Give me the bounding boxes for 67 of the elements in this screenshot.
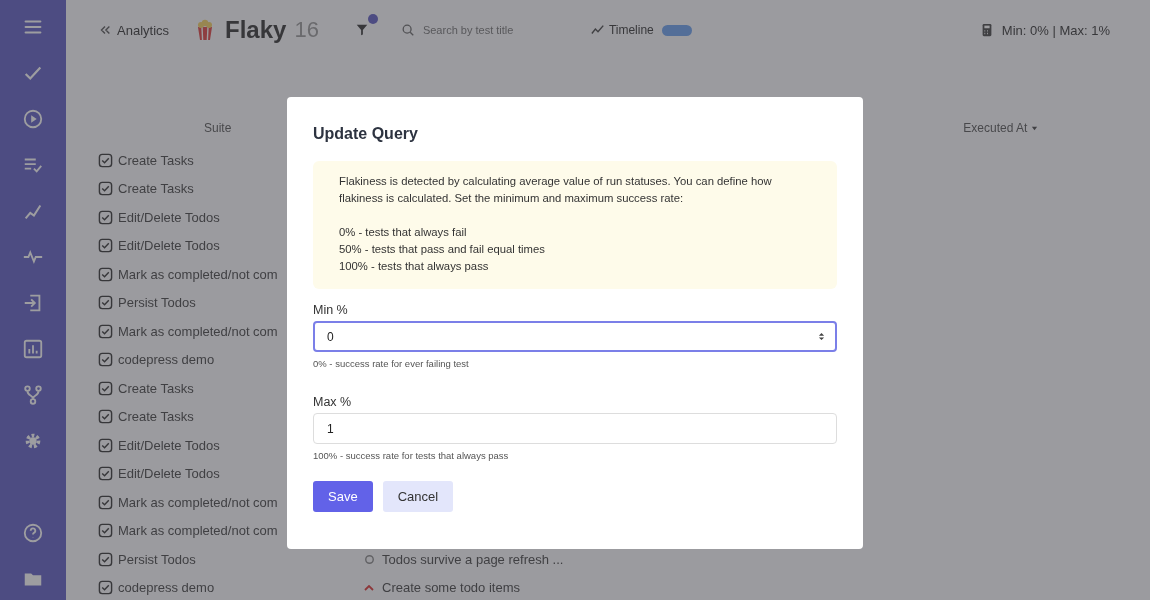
suite-name[interactable]: Create Tasks bbox=[118, 181, 194, 197]
check-square-icon bbox=[98, 152, 113, 168]
bar-chart-icon[interactable] bbox=[22, 338, 44, 360]
info-text: Flakiness is detected by calculating average value of run statuses. You can define how flakiness is calculated. Set the minimum and maximum success rate: bbox=[339, 174, 773, 206]
suite-name[interactable]: Edit/Delete Todos bbox=[118, 466, 220, 482]
range-summary: Min: 0% | Max: 1% bbox=[1001, 22, 1110, 38]
search-field[interactable]: Search by test title bbox=[420, 23, 565, 37]
caret-up-icon bbox=[364, 584, 374, 591]
suite-name[interactable]: Create Tasks bbox=[118, 409, 194, 425]
suite-name[interactable]: Create Tasks bbox=[118, 152, 194, 168]
check-square-icon bbox=[98, 380, 113, 396]
search-icon bbox=[400, 23, 415, 37]
suite-name[interactable]: Mark as completed/not com bbox=[118, 494, 278, 510]
double-chevron-icon bbox=[98, 23, 112, 37]
check-square-icon bbox=[98, 437, 113, 453]
check-square-icon bbox=[98, 266, 113, 282]
check-square-icon bbox=[98, 295, 113, 311]
check-square-icon bbox=[98, 523, 113, 539]
check-square-icon bbox=[98, 352, 113, 368]
save-button[interactable]: Save bbox=[313, 481, 373, 512]
info-text: 0% - tests that always fail bbox=[339, 225, 468, 240]
fork-icon[interactable] bbox=[22, 384, 44, 406]
check-square-icon bbox=[98, 323, 113, 339]
check-square-icon bbox=[98, 494, 113, 510]
sort-caret-icon bbox=[1031, 124, 1039, 132]
timeline-link[interactable]: Timeline bbox=[590, 23, 654, 37]
suite-name[interactable]: Mark as completed/not com bbox=[118, 523, 278, 539]
trend-line-icon bbox=[590, 23, 605, 37]
play-circle-icon[interactable] bbox=[22, 108, 44, 130]
info-text: 50% - tests that pass and fail equal times bbox=[339, 242, 546, 257]
test-title[interactable]: Create some todo items bbox=[382, 580, 520, 596]
check-square-icon bbox=[98, 580, 113, 596]
suite-name[interactable]: Persist Todos bbox=[118, 551, 196, 567]
suite-name[interactable]: Create Tasks bbox=[118, 380, 194, 396]
check-square-icon bbox=[98, 551, 113, 567]
suite-name[interactable]: Mark as completed/not com bbox=[118, 266, 278, 282]
back-link[interactable]: Analytics bbox=[98, 22, 170, 38]
column-header[interactable]: Suite bbox=[204, 121, 232, 135]
notification-badge bbox=[367, 14, 378, 24]
field-hint: 100% - success rate for tests that always pass bbox=[313, 450, 510, 461]
check-square-icon bbox=[98, 181, 113, 197]
suite-name[interactable]: codepress demo bbox=[118, 580, 215, 596]
suite-name[interactable]: Edit/Delete Todos bbox=[118, 209, 220, 225]
help-icon[interactable] bbox=[22, 522, 44, 544]
number-field[interactable]: 1 bbox=[313, 413, 837, 444]
page-title: Flaky bbox=[225, 16, 287, 44]
spinner-arrows-icon[interactable] bbox=[818, 331, 825, 342]
field-hint: 0% - success rate for ever failing test bbox=[313, 358, 470, 369]
suite-name[interactable]: Edit/Delete Todos bbox=[118, 437, 220, 453]
suite-name[interactable]: Edit/Delete Todos bbox=[118, 238, 220, 254]
field-label: Min % bbox=[313, 303, 349, 317]
tag-pill bbox=[661, 24, 692, 36]
cancel-button[interactable]: Cancel bbox=[382, 481, 454, 512]
suite-name[interactable]: Mark as completed/not com bbox=[118, 323, 278, 339]
dialog-title: Update Query bbox=[313, 125, 419, 143]
suite-name[interactable]: codepress demo bbox=[118, 352, 215, 368]
check-square-icon bbox=[98, 466, 113, 482]
check-square-icon bbox=[98, 409, 113, 425]
field-label: Max % bbox=[313, 395, 353, 409]
info-text: 100% - tests that always pass bbox=[339, 259, 490, 274]
test-title[interactable]: Todos survive a page refresh ... bbox=[382, 551, 564, 567]
check-square-icon bbox=[98, 238, 113, 254]
check-square-icon bbox=[98, 209, 113, 225]
suite-name[interactable]: Persist Todos bbox=[118, 295, 196, 311]
number-field[interactable]: 0 bbox=[313, 321, 837, 352]
filter-icon[interactable] bbox=[354, 23, 369, 37]
column-header[interactable]: Executed At bbox=[963, 121, 1039, 135]
